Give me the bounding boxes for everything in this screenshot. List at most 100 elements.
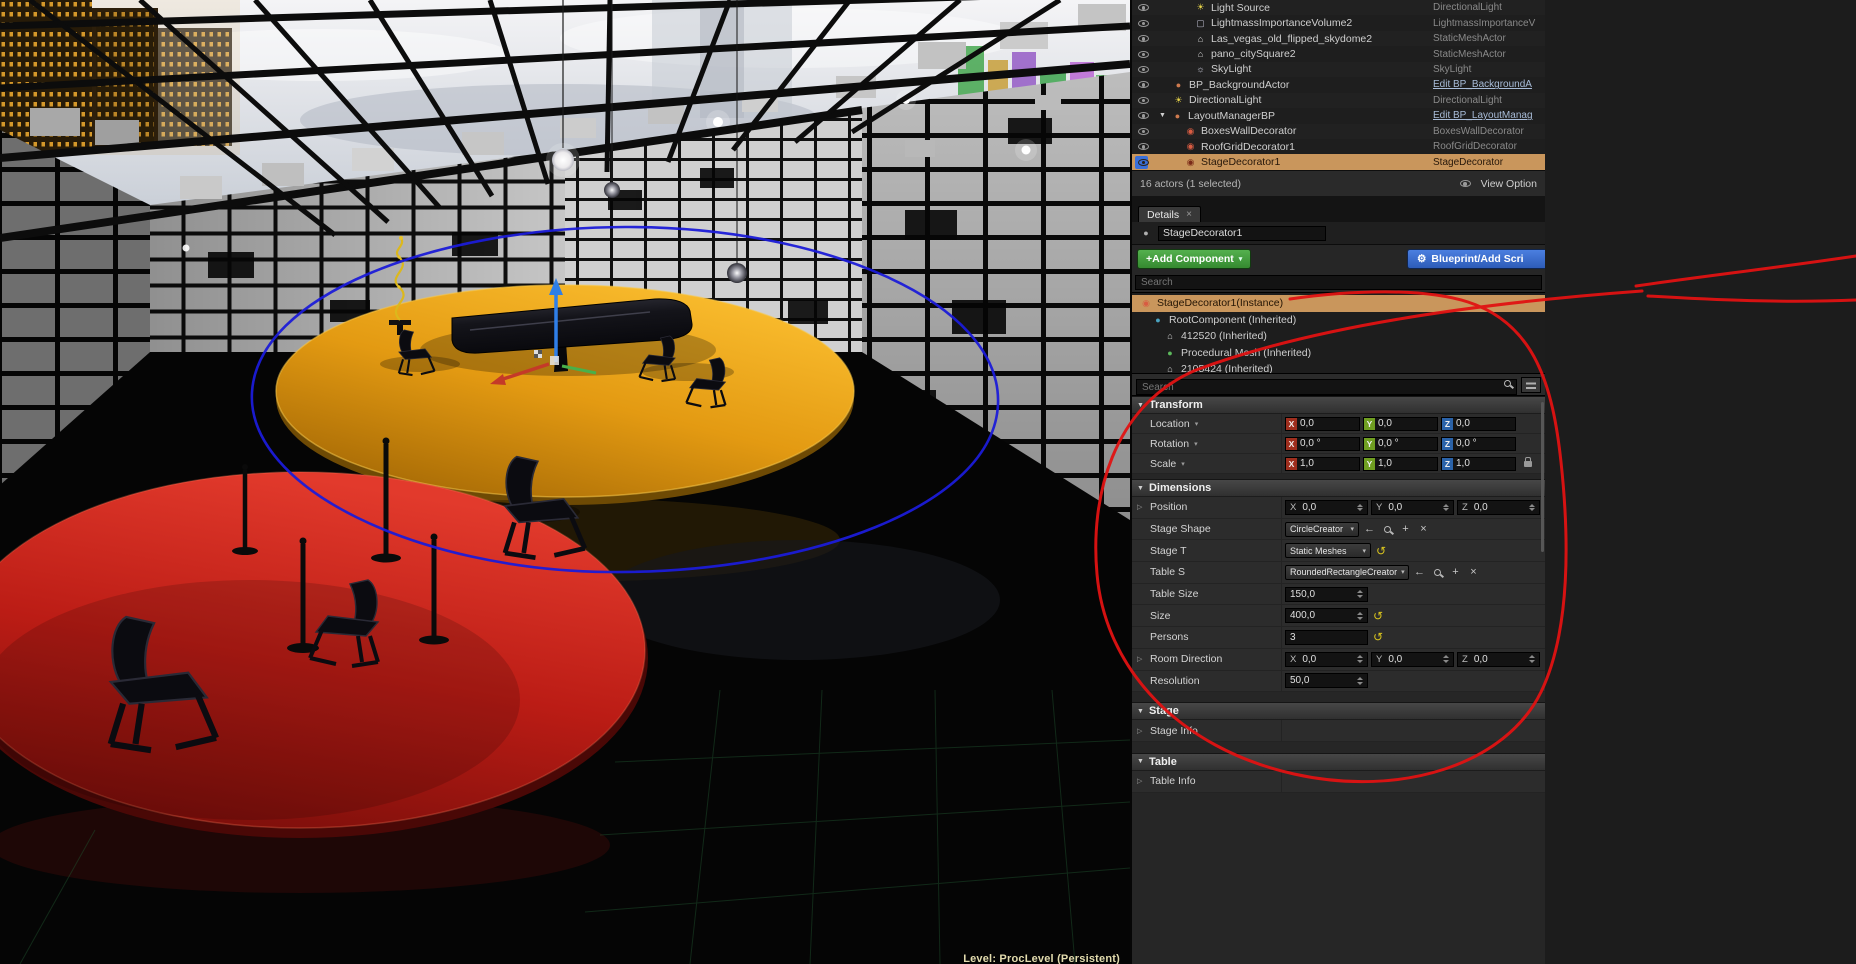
location-label[interactable]: Location▾ — [1132, 414, 1282, 433]
close-icon[interactable]: × — [1186, 209, 1192, 220]
table-size-field[interactable]: 150,0 — [1285, 587, 1368, 602]
spinner-icon[interactable] — [1354, 677, 1363, 685]
add-element-icon[interactable]: + — [1398, 523, 1413, 535]
outliner-row[interactable]: ⌂ pano_citySquare2 StaticMeshActor — [1132, 46, 1545, 61]
resolution-field[interactable]: 50,0 — [1285, 673, 1368, 688]
location-x-field[interactable]: X0,0 — [1285, 417, 1360, 431]
table-info-row[interactable]: ▷ Table Info — [1132, 771, 1545, 793]
outliner-row[interactable]: ◉ BoxesWallDecorator BoxesWallDecorator — [1132, 124, 1545, 139]
room-direction-label[interactable]: ▷ Room Direction — [1132, 649, 1282, 670]
position-y-field[interactable]: Y0,0 — [1371, 500, 1454, 515]
visibility-eye-icon[interactable] — [1138, 112, 1149, 119]
spinner-icon[interactable] — [1526, 655, 1535, 663]
reset-to-default-icon[interactable]: ↺ — [1371, 630, 1385, 644]
component-row[interactable]: ⌂ 2105424 (Inherited) — [1132, 361, 1545, 374]
add-component-button[interactable]: +Add Component ▾ — [1137, 249, 1251, 269]
spinner-icon[interactable] — [1354, 590, 1363, 598]
lock-icon[interactable] — [1524, 461, 1532, 467]
clear-icon[interactable]: × — [1416, 523, 1431, 535]
stage-type-dropdown[interactable]: Static Meshes▾ — [1285, 543, 1371, 558]
add-element-icon[interactable]: + — [1448, 566, 1463, 578]
edit-blueprint-link[interactable]: Edit BP_BackgroundA — [1433, 79, 1545, 90]
outliner-row[interactable]: ● BP_BackgroundActor Edit BP_BackgroundA — [1132, 77, 1545, 92]
browse-icon[interactable] — [1380, 526, 1395, 533]
room-direction-z-field[interactable]: Z0,0 — [1457, 652, 1540, 667]
category-stage[interactable]: ▼ Stage — [1132, 702, 1545, 720]
visibility-eye-icon[interactable] — [1138, 51, 1149, 58]
category-table[interactable]: ▼ Table — [1132, 753, 1545, 771]
visibility-eye-icon[interactable] — [1138, 66, 1149, 73]
outliner-row[interactable]: ▼ ● LayoutManagerBP Edit BP_LayoutManag — [1132, 108, 1545, 123]
scale-z-field[interactable]: Z1,0 — [1441, 457, 1516, 471]
category-dimensions[interactable]: ▼ Dimensions — [1132, 479, 1545, 497]
category-transform[interactable]: ▼ Transform — [1132, 396, 1545, 414]
outliner-row[interactable]: ▢ LightmassImportanceVolume2 LightmassIm… — [1132, 15, 1545, 30]
use-selected-asset-icon[interactable]: ← — [1412, 566, 1427, 578]
spinner-icon[interactable] — [1354, 504, 1363, 512]
outliner-row[interactable]: ⌂ Las_vegas_old_flipped_skydome2 StaticM… — [1132, 31, 1545, 46]
spinner-icon[interactable] — [1526, 504, 1535, 512]
collapsed-caret-icon[interactable]: ▷ — [1137, 655, 1142, 663]
component-row[interactable]: ● RootComponent (Inherited) — [1132, 312, 1545, 329]
table-info-label[interactable]: ▷ Table Info — [1132, 771, 1282, 792]
component-row-instance[interactable]: ◉ StageDecorator1(Instance) — [1132, 295, 1545, 312]
rotation-z-field[interactable]: Z0,0 ° — [1441, 437, 1516, 451]
stage-shape-dropdown[interactable]: CircleCreator▾ — [1285, 522, 1359, 537]
rotation-x-field[interactable]: X0,0 ° — [1285, 437, 1360, 451]
position-label[interactable]: ▷ Position — [1132, 497, 1282, 518]
viewport-3d[interactable]: Level: ProcLevel (Persistent) — [0, 0, 1130, 964]
scale-label[interactable]: Scale▾ — [1132, 454, 1282, 473]
visibility-eye-icon[interactable] — [1138, 128, 1149, 135]
outliner-row[interactable]: ☼ SkyLight SkyLight — [1132, 62, 1545, 77]
location-y-field[interactable]: Y0,0 — [1363, 417, 1438, 431]
room-direction-y-field[interactable]: Y0,0 — [1371, 652, 1454, 667]
table-shape-dropdown[interactable]: RoundedRectangleCreator▾ — [1285, 565, 1409, 580]
tab-details[interactable]: Details × — [1138, 206, 1201, 222]
collapsed-caret-icon[interactable]: ▷ — [1137, 503, 1142, 511]
size-field[interactable]: 400,0 — [1285, 608, 1368, 623]
property-search-input[interactable] — [1136, 379, 1517, 395]
scrollbar-thumb[interactable] — [1541, 402, 1545, 552]
browse-icon[interactable] — [1430, 569, 1445, 576]
actor-name-field[interactable] — [1158, 226, 1326, 241]
visibility-eye-icon[interactable] — [1138, 81, 1149, 88]
blueprint-add-script-button[interactable]: ⚙ Blueprint/Add Scri — [1407, 249, 1545, 269]
location-z-field[interactable]: Z0,0 — [1441, 417, 1516, 431]
component-row[interactable]: ⌂ 412520 (Inherited) — [1132, 328, 1545, 345]
outliner-row[interactable]: ☀ DirectionalLight DirectionalLight — [1132, 93, 1545, 108]
component-row[interactable]: ● Procedural Mesh (Inherited) — [1132, 345, 1545, 362]
visibility-eye-icon[interactable] — [1138, 97, 1149, 104]
clear-icon[interactable]: × — [1466, 566, 1481, 578]
collapsed-caret-icon[interactable]: ▷ — [1137, 777, 1142, 785]
stage-info-label[interactable]: ▷ Stage Info — [1132, 720, 1282, 741]
collapsed-caret-icon[interactable]: ▷ — [1137, 727, 1142, 735]
view-options-button[interactable]: View Option — [1460, 178, 1537, 190]
reset-to-default-icon[interactable]: ↺ — [1371, 609, 1385, 623]
use-selected-asset-icon[interactable]: ← — [1362, 523, 1377, 535]
scale-y-field[interactable]: Y1,0 — [1363, 457, 1438, 471]
edit-blueprint-link[interactable]: Edit BP_LayoutManag — [1433, 110, 1545, 121]
component-search-input[interactable] — [1135, 275, 1542, 290]
stage-info-row[interactable]: ▷ Stage Info — [1132, 720, 1545, 742]
room-direction-x-field[interactable]: X0,0 — [1285, 652, 1368, 667]
outliner-row[interactable]: ☀ Light Source DirectionalLight — [1132, 0, 1545, 15]
position-z-field[interactable]: Z0,0 — [1457, 500, 1540, 515]
visibility-eye-icon[interactable] — [1138, 143, 1149, 150]
rotation-label[interactable]: Rotation▾ — [1132, 434, 1282, 453]
visibility-eye-icon[interactable] — [1138, 4, 1149, 11]
outliner-row-selected[interactable]: ◉ StageDecorator1 StageDecorator — [1132, 154, 1545, 169]
visibility-eye-icon[interactable] — [1138, 20, 1149, 27]
spinner-icon[interactable] — [1354, 655, 1363, 663]
spinner-icon[interactable] — [1354, 612, 1363, 620]
spinner-icon[interactable] — [1440, 655, 1449, 663]
visibility-eye-icon[interactable] — [1138, 159, 1149, 166]
spinner-icon[interactable] — [1440, 504, 1449, 512]
position-x-field[interactable]: X0,0 — [1285, 500, 1368, 515]
expander-icon[interactable]: ▼ — [1159, 112, 1171, 119]
reset-to-default-icon[interactable]: ↺ — [1374, 544, 1388, 558]
display-filter-button[interactable] — [1521, 377, 1541, 393]
scale-x-field[interactable]: X1,0 — [1285, 457, 1360, 471]
persons-field[interactable]: 3 — [1285, 630, 1368, 645]
visibility-eye-icon[interactable] — [1138, 35, 1149, 42]
outliner-row[interactable]: ◉ RoofGridDecorator1 RoofGridDecorator — [1132, 139, 1545, 154]
